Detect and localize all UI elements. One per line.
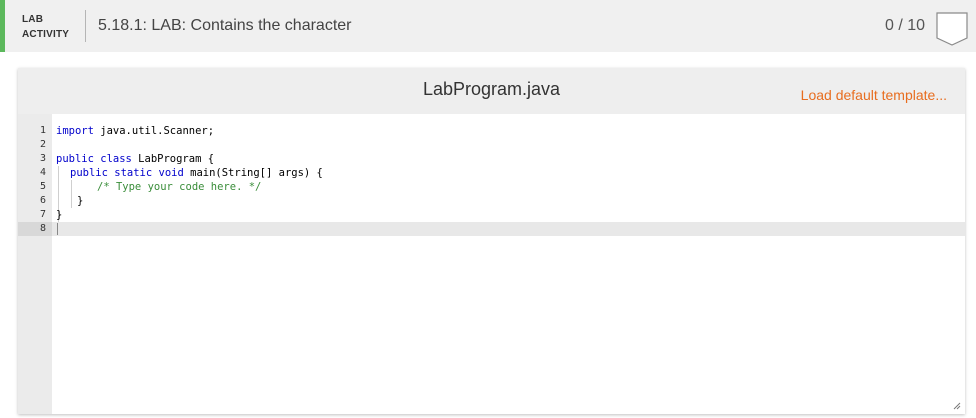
lab-title: 5.18.1: LAB: Contains the character [98, 17, 352, 34]
lab-tag-line2: ACTIVITY [22, 29, 70, 40]
code-text: main(String[] args) { [183, 167, 323, 179]
code-keyword: public static void [70, 167, 184, 179]
text-cursor [57, 223, 58, 235]
lab-accent-bar [0, 0, 5, 52]
line-number: 6 [39, 195, 46, 206]
line-number: 1 [39, 125, 46, 136]
code-keyword: public class [56, 153, 132, 165]
line-number: 3 [39, 153, 46, 164]
score-label: 0 / 10 [885, 17, 926, 34]
code-line-3[interactable]: public class LabProgram { [56, 152, 214, 166]
lab-tag-line1: LAB [22, 14, 44, 25]
code-line-6[interactable]: } [77, 194, 83, 208]
completion-badge-icon [936, 12, 968, 46]
indent-guide [71, 180, 72, 208]
code-comment: /* Type your code here. */ [97, 181, 262, 193]
line-number: 2 [39, 139, 46, 150]
line-number: 7 [39, 209, 46, 220]
code-editor[interactable]: 1 2 3 4 5 6 7 8 import java.util.Scanner… [18, 114, 965, 414]
lab-activity-tag: LAB ACTIVITY [22, 12, 69, 42]
line-number: 5 [39, 181, 46, 192]
code-text: LabProgram { [131, 153, 215, 165]
code-text: java.util.Scanner; [93, 125, 215, 137]
code-line-1[interactable]: import java.util.Scanner; [56, 124, 214, 138]
code-line-7[interactable]: } [56, 208, 62, 222]
lab-header: LAB ACTIVITY 5.18.1: LAB: Contains the c… [0, 0, 976, 52]
code-line-4[interactable]: public static void main(String[] args) { [70, 166, 323, 180]
code-keyword: import [56, 125, 94, 137]
line-number: 4 [39, 167, 46, 178]
editor-panel-header: LabProgram.java Load default template... [18, 68, 965, 114]
load-default-template-link[interactable]: Load default template... [801, 87, 947, 103]
code-line-5[interactable]: /* Type your code here. */ [97, 180, 261, 194]
header-divider [85, 10, 86, 42]
line-number: 8 [39, 223, 46, 234]
editor-panel: LabProgram.java Load default template...… [18, 68, 965, 414]
active-line-highlight [52, 222, 965, 236]
resize-handle-icon[interactable] [953, 402, 961, 410]
line-number-gutter: 1 2 3 4 5 6 7 8 [18, 114, 52, 414]
